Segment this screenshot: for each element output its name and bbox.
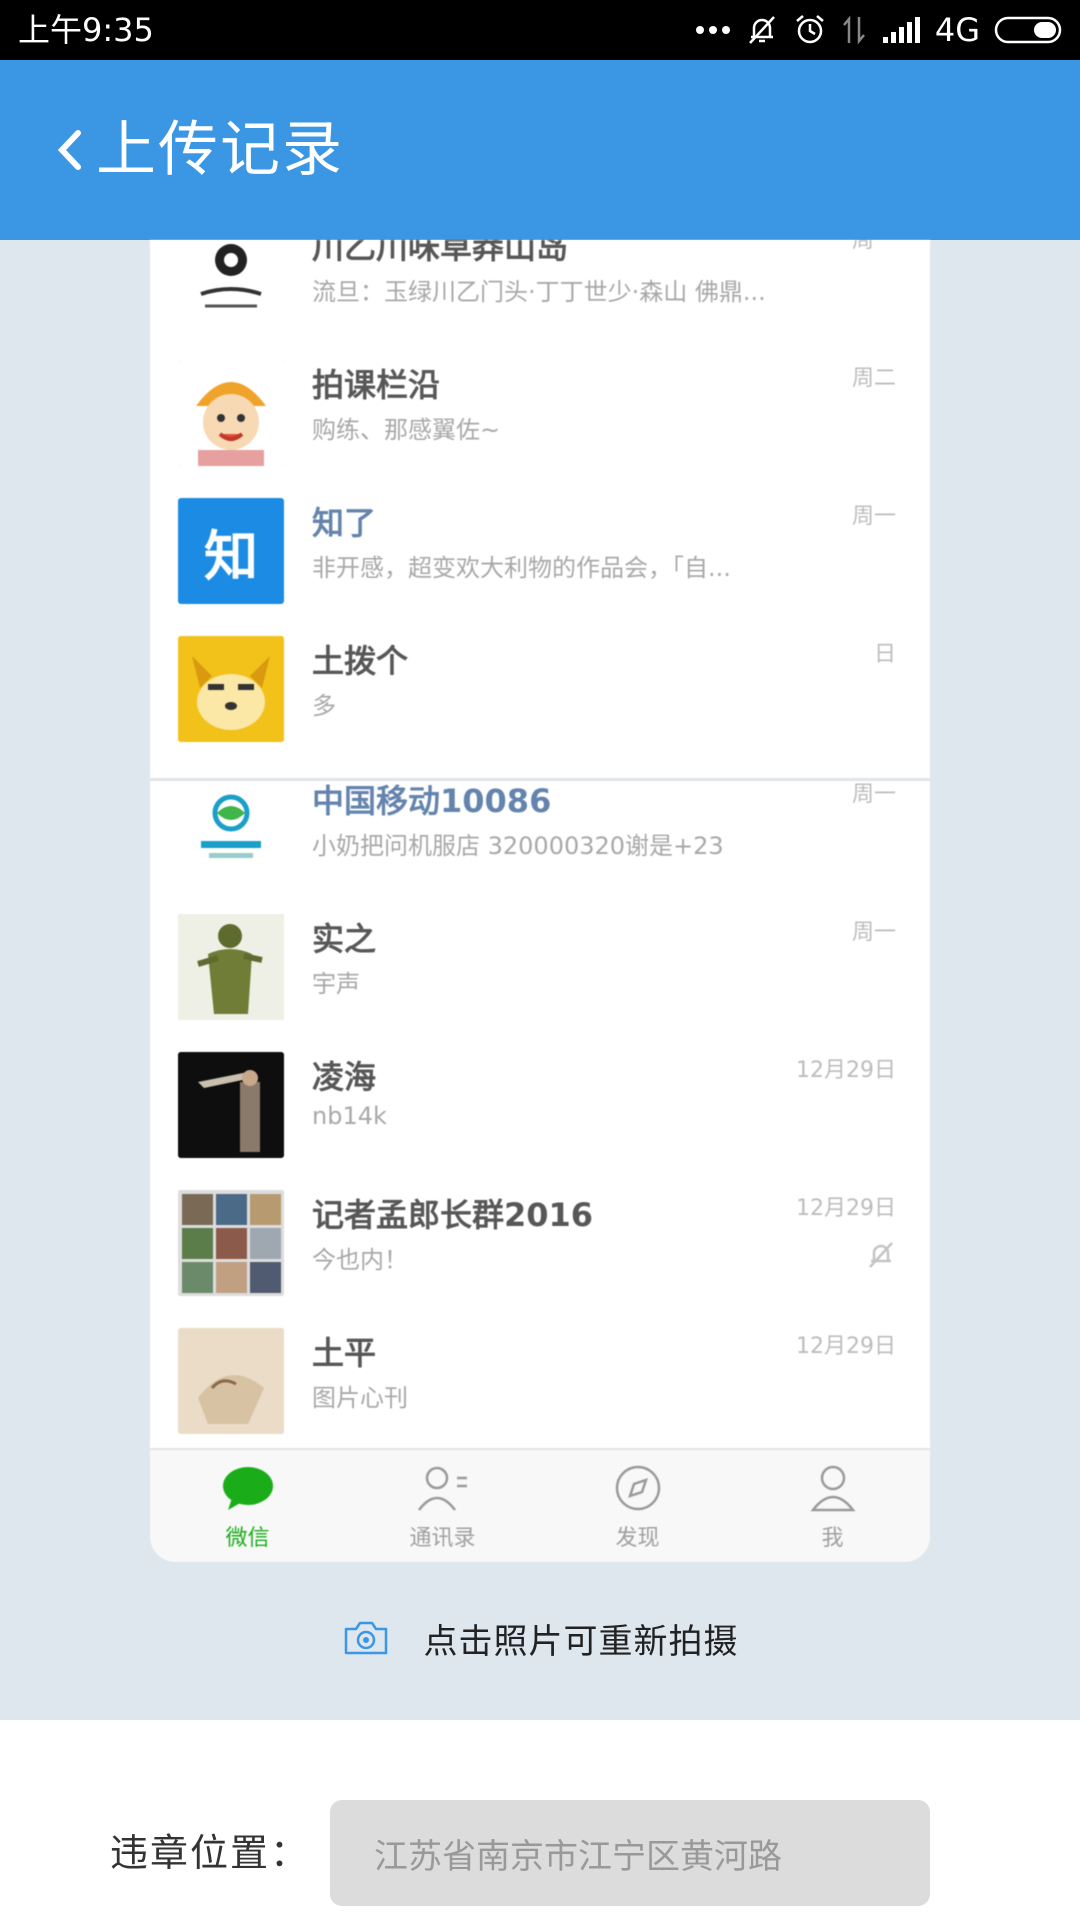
chat-avatar	[178, 636, 284, 742]
chat-time: 12月29日	[796, 1334, 896, 1359]
china-mobile-logo-icon	[201, 794, 261, 858]
chat-row: 实之宇声 周一	[150, 894, 930, 1032]
tab-label: 通讯录	[409, 1526, 476, 1551]
status-time: 上午9:35	[18, 11, 154, 49]
chat-name: 实之	[312, 920, 377, 958]
chat-avatar	[178, 1190, 284, 1296]
tab-label: 发现	[615, 1526, 660, 1551]
chat-preview: 小奶把问机服店 320000320谢是+23	[312, 832, 724, 860]
chat-row: 知 知了非开感，超变欢大利物的作品会，「自... 周一	[150, 478, 930, 616]
chat-row: 拍课栏沿购练、那感翼佐~ 周二	[150, 340, 930, 478]
camera-icon	[344, 1621, 387, 1655]
chat-time: 12月29日	[796, 1196, 896, 1221]
photo-area: 川乙川味草莽山岛 流旦：玉绿川乙门头·丁丁世少·森山 佛鼎... 周一 拍课栏沿 购练、…	[0, 240, 1080, 1720]
chat-avatar	[178, 1052, 284, 1158]
chat-avatar: 知	[178, 498, 284, 604]
chat-name: 中国移动10086	[312, 782, 552, 820]
chat-avatar	[178, 360, 284, 466]
chat-time: 周一	[851, 240, 896, 253]
chat-preview: 非开感，超变欢大利物的作品会，「自...	[312, 554, 731, 582]
chat-name: 土平	[312, 1334, 377, 1372]
status-bar: 上午9:35 4G	[0, 0, 1080, 60]
mute-icon	[866, 1240, 896, 1274]
location-label: 违章位置：	[110, 1831, 311, 1875]
retake-text: 点击照片可重新拍摄	[423, 1621, 739, 1662]
compass-icon	[610, 1464, 666, 1516]
uploaded-photo[interactable]: 川乙川味草莽山岛 流旦：玉绿川乙门头·丁丁世少·森山 佛鼎... 周一 拍课栏沿 购练、…	[150, 240, 930, 1562]
chat-avatar	[178, 776, 284, 882]
chat-row: 凌海 nb14k 12月29日	[150, 1032, 930, 1170]
shiba-avatar-icon	[178, 636, 284, 742]
tab-label: 我	[821, 1526, 844, 1551]
tab-label: 微信	[225, 1526, 270, 1551]
network-type: 4G	[934, 11, 980, 49]
photo-avatar-icon	[178, 1052, 284, 1158]
chat-name: 凌海	[312, 1058, 377, 1096]
ink-logo-icon	[200, 244, 262, 308]
contacts-icon	[415, 1464, 471, 1516]
tab-compass: 发现	[540, 1450, 735, 1562]
chevron-left-icon	[57, 130, 81, 170]
chat-preview: 购练、那感翼佐~	[312, 416, 501, 444]
chat-avatar	[178, 914, 284, 1020]
signal-icon	[882, 17, 920, 43]
collage-avatar-icon	[178, 1190, 284, 1296]
chat-avatar	[178, 1328, 284, 1434]
chat-preview: 今也内！	[312, 1246, 408, 1274]
page-title: 上传记录	[96, 115, 344, 185]
chat-time: 周一	[851, 920, 896, 945]
battery-icon	[994, 16, 1062, 44]
chat-preview: 流旦：玉绿川乙门头·丁丁世少·森山 佛鼎...	[312, 278, 766, 306]
chat-row: 中国移动10086 小奶把问机服店 320000320谢是+23 周一	[150, 756, 930, 894]
chat-name: 记者孟郎长群2016	[312, 1196, 594, 1234]
photo-divider	[150, 778, 930, 781]
more-dots-icon	[695, 26, 730, 34]
chat-avatar	[178, 240, 284, 328]
status-icons: 4G	[695, 10, 1066, 50]
chat-row: 土平图片心刊 12月29日	[150, 1308, 930, 1446]
alarm-icon	[796, 15, 824, 44]
chat-row: 记者孟郎长群2016 今也内！ 12月29日	[150, 1170, 930, 1308]
chat-time: 12月29日	[796, 1058, 896, 1083]
chat-preview: 图片心刊	[312, 1384, 408, 1412]
chat-name: 川乙川味草莽山岛	[312, 240, 569, 266]
tab-contacts: 通讯录	[345, 1450, 540, 1562]
chat-bubble-icon	[220, 1464, 276, 1516]
chat-preview: 多	[312, 692, 336, 720]
app-header: 上传记录	[0, 60, 1080, 240]
tab-chat-bubble: 微信	[150, 1450, 345, 1562]
chat-time: 周一	[851, 504, 896, 529]
chat-row: 川乙川味草莽山岛流旦：玉绿川乙门头·丁丁世少·森山 佛鼎... 周一	[150, 240, 930, 340]
location-input[interactable]	[330, 1800, 930, 1906]
zhihu-logo-icon: 知	[204, 524, 258, 588]
person-icon	[805, 1464, 861, 1516]
chat-name: 知了	[312, 504, 377, 542]
chat-row: 土拨个多 日	[150, 616, 930, 754]
data-transfer-icon	[842, 15, 865, 45]
chat-preview: nb14k	[312, 1102, 387, 1130]
mute-bell-icon	[748, 16, 775, 44]
chat-name: 土拨个	[312, 642, 409, 680]
chat-name: 拍课栏沿	[312, 366, 441, 404]
cartoon-avatar-icon	[178, 360, 284, 466]
statue-avatar-icon	[178, 914, 284, 1020]
chat-time: 周二	[851, 366, 896, 391]
tab-person: 我	[735, 1450, 930, 1562]
location-row: 违章位置：	[0, 1800, 1080, 1910]
chat-time: 日	[873, 642, 896, 667]
retake-hint[interactable]: 点击照片可重新拍摄	[0, 1608, 1080, 1668]
sketch-avatar-icon	[178, 1328, 284, 1434]
photo-tabbar: 微信 通讯录 发现 我	[150, 1448, 930, 1562]
chat-preview: 宇声	[312, 970, 360, 998]
